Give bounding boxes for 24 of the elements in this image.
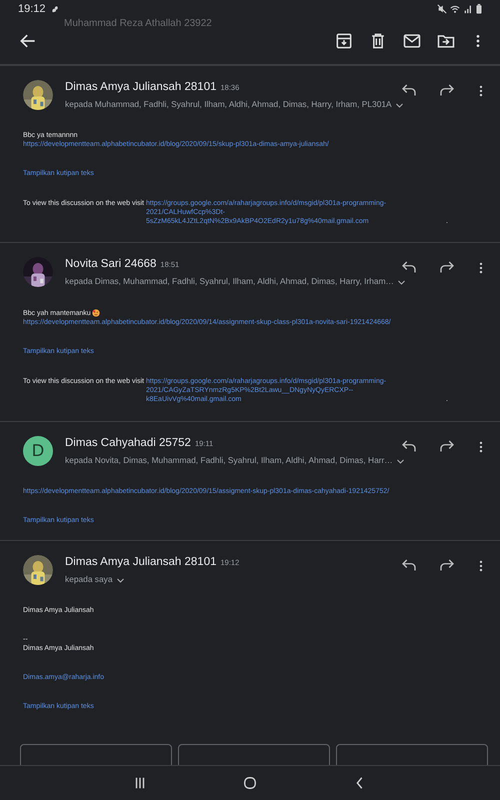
expand-icon[interactable]: [396, 278, 406, 288]
expand-icon[interactable]: [394, 101, 404, 110]
recipients: kepada saya: [65, 574, 112, 584]
sender-name: Dimas Cahyahadi 25752: [65, 436, 191, 449]
sender-name: Dimas Amya Juliansah 28101: [65, 556, 216, 568]
sender-name: Dimas Amya Juliansah 28101: [65, 81, 216, 93]
status-time: 19:12: [18, 3, 46, 15]
battery-icon: [476, 4, 482, 14]
home-icon[interactable]: [243, 776, 257, 790]
recipients: kepada Dimas, Muhammad, Fadhli, Syahrul, Ilham, Aldhi, Ahmad, Dimas, Harry, Irham…: [65, 276, 394, 286]
sender-name: Novita Sari 24668: [65, 258, 156, 270]
expand-icon[interactable]: [396, 456, 405, 466]
mute-icon: [437, 4, 447, 14]
notification-icon: [50, 5, 59, 13]
emoji-icon: [92, 309, 100, 318]
sender-name: Muhammad Reza Athallah 23922: [64, 18, 212, 29]
recipients: kepada Muhammad, Fadhli, Syahrul, Ilham, Aldhi, Ahmad, Dimas, Harry, Irham, PL301A: [65, 99, 392, 109]
recipients: kepada Novita, Dimas, Muhammad, Fadhli, Syahrul, Ilham, Aldhi, Ahmad, Dimas, Harr…: [65, 454, 393, 465]
wifi-icon: [450, 4, 460, 14]
archive-icon[interactable]: [334, 31, 354, 51]
avatar: D: [23, 436, 53, 466]
expand-icon[interactable]: [116, 576, 124, 585]
signal-icon: [463, 4, 473, 14]
recent-apps-icon[interactable]: [133, 776, 147, 790]
